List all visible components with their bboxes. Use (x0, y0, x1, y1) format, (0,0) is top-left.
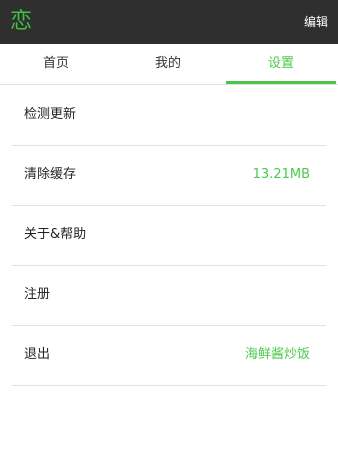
tab-bar: 首页 我的 设置 (0, 44, 338, 86)
tab-mine[interactable]: 我的 (112, 44, 224, 84)
edit-button[interactable]: 编辑 (304, 12, 328, 32)
settings-item-register[interactable]: 注册 (0, 266, 338, 326)
divider (12, 385, 326, 386)
settings-item-label: 检测更新 (24, 107, 77, 122)
settings-item-label: 清除缓存 (24, 167, 77, 182)
tab-bar-divider (0, 84, 338, 85)
username-value: 海鲜酱炒饭 (244, 347, 310, 362)
settings-item-label: 注册 (24, 287, 51, 302)
app-title: 恋 (10, 9, 33, 34)
settings-item-logout[interactable]: 退出 海鲜酱炒饭 (0, 326, 338, 386)
settings-list: 检测更新 清除缓存 13.21MB 关于&帮助 注册 退出 海鲜酱炒饭 (0, 86, 338, 386)
cache-size-value: 13.21MB (252, 167, 310, 182)
settings-item-label: 退出 (24, 347, 51, 362)
tab-home[interactable]: 首页 (0, 44, 112, 84)
settings-item-clear-cache[interactable]: 清除缓存 13.21MB (0, 146, 338, 206)
tab-settings[interactable]: 设置 (224, 44, 338, 84)
settings-item-about-help[interactable]: 关于&帮助 (0, 206, 338, 266)
top-bar: 恋 编辑 (0, 0, 338, 44)
settings-item-label: 关于&帮助 (24, 227, 87, 242)
settings-item-check-update[interactable]: 检测更新 (0, 86, 338, 146)
